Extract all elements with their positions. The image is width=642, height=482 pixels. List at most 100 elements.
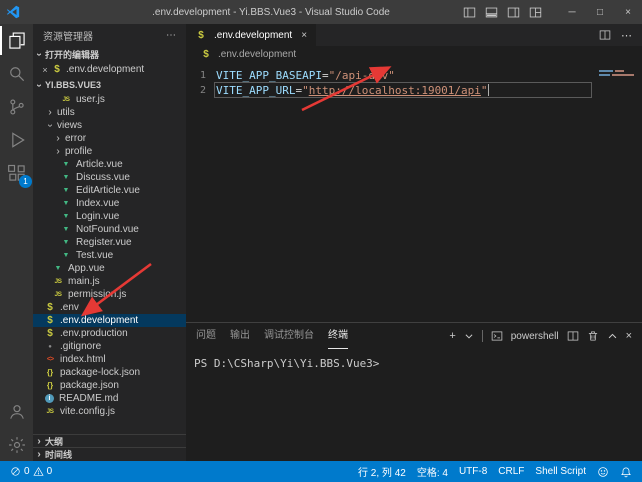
tree-item-profile[interactable]: ›profile — [33, 145, 186, 158]
minimap[interactable] — [596, 62, 642, 152]
shell-name[interactable]: powershell — [511, 331, 559, 342]
chevron-down-icon: › — [45, 120, 56, 132]
code-token: " — [481, 84, 488, 97]
tree-item-label: Index.vue — [76, 198, 119, 209]
encoding-status[interactable]: UTF-8 — [459, 466, 487, 477]
vue-file-icon: ▼ — [60, 252, 72, 259]
tree-item-views[interactable]: ›views — [33, 119, 186, 132]
tree-item-Register.vue[interactable]: ▼Register.vue — [33, 236, 186, 249]
errors-count: 0 — [24, 466, 30, 477]
close-button[interactable]: × — [614, 0, 642, 24]
tree-item-Login.vue[interactable]: ▼Login.vue — [33, 210, 186, 223]
activity-run-debug[interactable] — [0, 123, 33, 156]
activity-source-control[interactable] — [0, 90, 33, 123]
kill-terminal-icon[interactable] — [587, 330, 599, 342]
tree-item-label: .env.production — [60, 328, 128, 339]
editor-area[interactable]: 1VITE_APP_BASEAPI="/api-dev"2VITE_APP_UR… — [186, 62, 642, 322]
new-terminal-button[interactable]: + — [449, 330, 455, 342]
tree-item-package-lock.json[interactable]: {}package-lock.json — [33, 366, 186, 379]
tree-item-label: package.json — [60, 380, 119, 391]
tree-item-label: views — [57, 120, 82, 131]
tab-close-icon[interactable]: × — [301, 30, 307, 41]
tree-item-label: Discuss.vue — [76, 172, 130, 183]
separator — [482, 330, 483, 342]
close-editor-icon[interactable]: × — [39, 65, 51, 75]
timeline-section-header[interactable]: › 时间线 — [33, 448, 186, 461]
maximize-panel-icon[interactable] — [607, 331, 618, 342]
code-token: "/api-dev" — [329, 69, 395, 82]
tree-item-label: App.vue — [68, 263, 105, 274]
tree-item-Index.vue[interactable]: ▼Index.vue — [33, 197, 186, 210]
tab-env-development[interactable]: $ .env.development × — [186, 24, 316, 46]
terminal-dropdown-icon[interactable] — [464, 331, 474, 341]
maximize-button[interactable]: □ — [586, 0, 614, 24]
notifications-bell-icon[interactable] — [620, 466, 632, 478]
errors-icon — [10, 466, 21, 477]
tree-item-EditArticle.vue[interactable]: ▼EditArticle.vue — [33, 184, 186, 197]
close-panel-icon[interactable]: × — [626, 330, 632, 342]
warnings-count: 0 — [47, 466, 53, 477]
indentation-status[interactable]: 空格: 4 — [417, 464, 448, 479]
window-title: .env.development - Yi.BBS.Vue3 - Visual … — [60, 7, 482, 18]
toggle-panel-icon[interactable] — [485, 6, 498, 19]
toggle-secondary-sidebar-icon[interactable] — [507, 6, 520, 19]
tree-item-.env.development[interactable]: $.env.development — [33, 314, 186, 327]
feedback-smiley-icon[interactable] — [597, 466, 609, 478]
url-link[interactable]: http://localhost:19001/api — [309, 84, 481, 97]
project-section-header[interactable]: › YI.BBS.VUE3 — [33, 77, 186, 93]
customize-layout-icon[interactable] — [529, 6, 542, 19]
minimize-button[interactable]: ─ — [558, 0, 586, 24]
tree-item-label: user.js — [76, 94, 105, 105]
tree-item-vite.config.js[interactable]: JSvite.config.js — [33, 405, 186, 418]
panel-tab-终端[interactable]: 终端 — [328, 323, 348, 349]
tree-item-.env[interactable]: $.env — [33, 301, 186, 314]
split-editor-icon[interactable] — [599, 29, 611, 41]
tree-item-App.vue[interactable]: ▼App.vue — [33, 262, 186, 275]
panel-tab-问题[interactable]: 问题 — [196, 323, 216, 349]
activity-settings[interactable] — [0, 428, 33, 461]
tree-item-label: NotFound.vue — [76, 224, 139, 235]
open-editors-header[interactable]: › 打开的编辑器 — [33, 46, 186, 62]
run-debug-icon — [7, 130, 27, 150]
tree-item-main.js[interactable]: JSmain.js — [33, 275, 186, 288]
tree-item-error[interactable]: ›error — [33, 132, 186, 145]
js-file-icon: JS — [44, 408, 56, 415]
minimap-line-mark — [612, 74, 634, 76]
tree-item-Discuss.vue[interactable]: ▼Discuss.vue — [33, 171, 186, 184]
tree-item-index.html[interactable]: <>index.html — [33, 353, 186, 366]
js-file-icon: JS — [60, 96, 72, 103]
tree-item-Test.vue[interactable]: ▼Test.vue — [33, 249, 186, 262]
problems-status[interactable]: 0 0 — [10, 466, 52, 477]
more-actions-icon[interactable]: ⋯ — [621, 29, 632, 42]
panel-tab-输出[interactable]: 输出 — [230, 323, 250, 349]
panel-tab-调试控制台[interactable]: 调试控制台 — [264, 323, 314, 349]
tree-item-.env.production[interactable]: $.env.production — [33, 327, 186, 340]
tree-item-label: .env.development — [60, 315, 138, 326]
tree-item-README.md[interactable]: iREADME.md — [33, 392, 186, 405]
tree-item-Article.vue[interactable]: ▼Article.vue — [33, 158, 186, 171]
vscode-logo-icon — [0, 5, 26, 19]
tree-item-label: EditArticle.vue — [76, 185, 140, 196]
tree-item-permission.js[interactable]: JSpermission.js — [33, 288, 186, 301]
activity-search[interactable] — [0, 57, 33, 90]
code-line-1[interactable]: 1VITE_APP_BASEAPI="/api-dev" — [186, 68, 642, 83]
tree-item-package.json[interactable]: {}package.json — [33, 379, 186, 392]
code-line-2[interactable]: 2VITE_APP_URL="http://localhost:19001/ap… — [186, 83, 642, 98]
open-editor-item[interactable]: × $ .env.development — [33, 62, 186, 77]
tree-item-.gitignore[interactable]: ●.gitignore — [33, 340, 186, 353]
breadcrumb[interactable]: $ .env.development — [186, 46, 642, 62]
activity-explorer[interactable] — [0, 24, 33, 57]
eol-status[interactable]: CRLF — [498, 466, 524, 477]
terminal-output[interactable]: PS D:\CSharp\Yi\Yi.BBS.Vue3> — [186, 349, 642, 370]
minimap-line-mark — [615, 70, 624, 72]
language-mode-status[interactable]: Shell Script — [535, 466, 586, 477]
sidebar-more-actions-icon[interactable]: ⋯ — [166, 30, 176, 41]
cursor-position-status[interactable]: 行 2, 列 42 — [358, 464, 406, 479]
tree-item-utils[interactable]: ›utils — [33, 106, 186, 119]
tree-item-user.js[interactable]: JS user.js — [33, 93, 186, 106]
split-terminal-icon[interactable] — [567, 330, 579, 342]
js-file-icon: JS — [52, 291, 64, 298]
tree-item-NotFound.vue[interactable]: ▼NotFound.vue — [33, 223, 186, 236]
activity-accounts[interactable] — [0, 395, 33, 428]
activity-extensions[interactable]: 1 — [0, 156, 33, 189]
